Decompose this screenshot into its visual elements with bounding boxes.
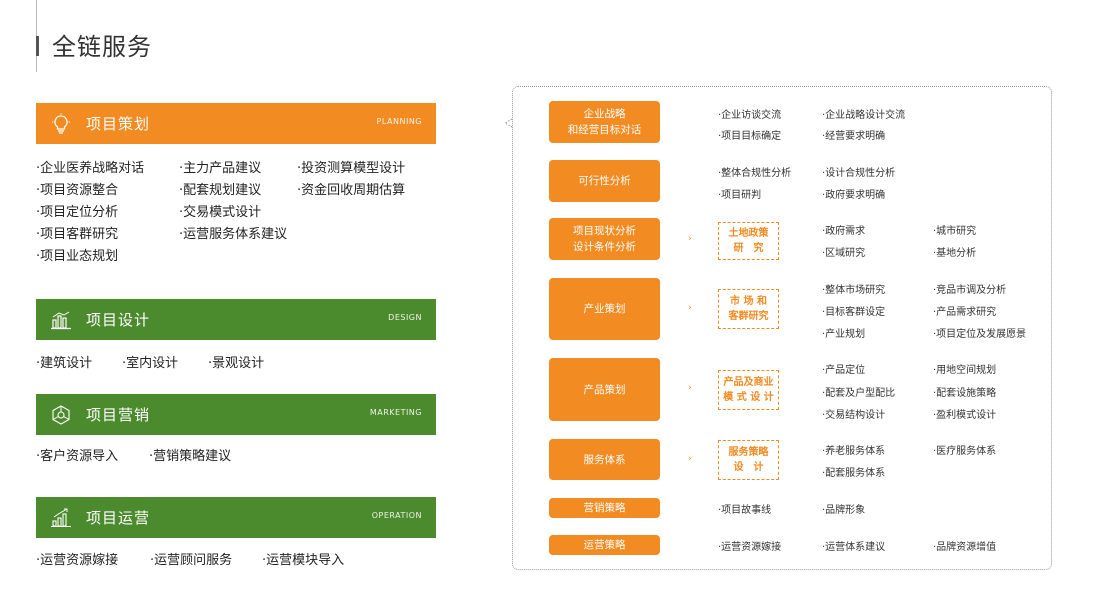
section-planning-en: PLANNING (376, 117, 422, 126)
flow-item: ·配套服务体系 (822, 468, 886, 479)
flow-step-service-system: 服务体系 (549, 439, 660, 480)
section-marketing-header: 项目营销 MARKETING (36, 394, 436, 435)
operation-items: ·运营资源嫁接 ·运营顾问服务 ·运营模块导入 (36, 550, 436, 572)
section-design-en: DESIGN (388, 313, 422, 322)
flow-item: ·企业战略设计交流 (822, 110, 906, 121)
chevron-right-icon: › (688, 454, 692, 464)
section-operation-en: OPERATION (371, 511, 422, 520)
flow-step-site-analysis: 项目现状分析 设计条件分析 (549, 218, 660, 260)
flow-item: ·经营要求明确 (822, 131, 886, 142)
panel-pointer (503, 118, 513, 128)
title-accent-bar (36, 36, 39, 56)
flow-item: ·政府需求 (822, 226, 866, 237)
page-title: 全链服务 (52, 33, 152, 61)
flow-step-product-planning: 产品策划 (549, 358, 660, 421)
section-operation-header: 项目运营 OPERATION (36, 497, 436, 538)
list-item: ·营销策略建议 (149, 449, 232, 464)
flow-item: ·运营资源嫁接 (718, 542, 782, 553)
chevron-right-icon: › (688, 303, 692, 313)
flow-step-industry-planning: 产业策划 (549, 278, 660, 340)
flow-item: ·养老服务体系 (822, 446, 886, 457)
flow-substep-service-design: 服务策略设 计 (718, 440, 779, 480)
flow-item: ·设计合规性分析 (822, 168, 896, 179)
list-item: ·项目业态规划 (36, 249, 119, 264)
list-item: ·运营服务体系建议 (179, 227, 288, 242)
flow-item: ·项目故事线 (718, 505, 772, 516)
flow-item: ·品牌资源增值 (933, 542, 997, 553)
list-item: ·客户资源导入 (36, 449, 119, 464)
section-planning-title: 项目策划 (86, 115, 151, 133)
list-item: ·投资测算模型设计 (297, 161, 406, 176)
flow-item: ·配套设施策略 (933, 388, 997, 399)
list-item: ·项目定位分析 (36, 205, 119, 220)
flow-substep-land-policy: 土地政策研 究 (718, 222, 779, 260)
list-item: ·主力产品建议 (179, 161, 262, 176)
planning-items: ·企业医养战略对话 ·主力产品建议 ·投资测算模型设计 ·项目资源整合 ·配套规… (36, 158, 436, 270)
section-marketing-en: MARKETING (369, 408, 422, 417)
list-item: ·企业医养战略对话 (36, 161, 145, 176)
flow-step-enterprise-strategy: 企业战略 和经营目标对话 (549, 101, 660, 143)
section-marketing-title: 项目营销 (86, 406, 151, 424)
flow-item: ·项目定位及发展愿景 (933, 329, 1027, 340)
list-item: ·项目客群研究 (36, 227, 119, 242)
flow-item: ·交易结构设计 (822, 410, 886, 421)
flow-item: ·整体市场研究 (822, 285, 886, 296)
list-item: ·运营模块导入 (262, 553, 345, 568)
flow-step-marketing-strategy: 营销策略 (549, 498, 660, 518)
flow-item: ·产品需求研究 (933, 307, 997, 318)
bar-chart-icon (51, 311, 71, 329)
flow-step-feasibility: 可行性分析 (549, 160, 660, 202)
flow-item: ·品牌形象 (822, 505, 866, 516)
list-item: ·建筑设计 (36, 356, 93, 371)
list-item: ·配套规划建议 (179, 183, 262, 198)
flow-item: ·盈利模式设计 (933, 410, 997, 421)
flow-item: ·城市研究 (933, 226, 977, 237)
flow-item: ·项目目标确定 (718, 131, 782, 142)
list-item: ·运营资源嫁接 (36, 553, 119, 568)
flow-item: ·整体合规性分析 (718, 168, 792, 179)
flow-item: ·企业访谈交流 (718, 110, 782, 121)
list-item: ·室内设计 (122, 356, 179, 371)
marketing-items: ·客户资源导入 ·营销策略建议 (36, 446, 436, 468)
flow-item: ·产品定位 (822, 365, 866, 376)
flow-item: ·项目研判 (718, 190, 762, 201)
flow-item: ·用地空间规划 (933, 365, 997, 376)
flow-item: ·区域研究 (822, 248, 866, 259)
flow-item: ·基地分析 (933, 248, 977, 259)
lightbulb-icon (52, 113, 70, 134)
flow-item: ·竞品市调及分析 (933, 285, 1007, 296)
network-icon (52, 404, 70, 425)
section-operation-title: 项目运营 (86, 509, 151, 527)
section-design-title: 项目设计 (86, 311, 151, 329)
list-item: ·资金回收周期估算 (297, 183, 406, 198)
chevron-right-icon: › (688, 234, 692, 244)
flow-item: ·运营体系建议 (822, 542, 886, 553)
section-design-header: 项目设计 DESIGN (36, 299, 436, 340)
flow-substep-market-research: 市 场 和客群研究 (718, 289, 779, 329)
list-item: ·项目资源整合 (36, 183, 119, 198)
flow-item: ·产业规划 (822, 329, 866, 340)
flow-item: ·政府要求明确 (822, 190, 886, 201)
chevron-right-icon: › (688, 383, 692, 393)
growth-chart-icon (51, 508, 71, 527)
flow-step-operation-strategy: 运营策略 (549, 535, 660, 555)
list-item: ·景观设计 (208, 356, 265, 371)
list-item: ·交易模式设计 (179, 205, 262, 220)
flow-substep-business-model: 产品及商业模 式 设 计 (718, 370, 779, 410)
design-items: ·建筑设计 ·室内设计 ·景观设计 (36, 353, 436, 375)
flow-item: ·目标客群设定 (822, 307, 886, 318)
section-planning-header: 项目策划 PLANNING (36, 103, 436, 144)
list-item: ·运营顾问服务 (150, 553, 233, 568)
flow-item: ·配套及户型配比 (822, 388, 896, 399)
flow-item: ·医疗服务体系 (933, 446, 997, 457)
